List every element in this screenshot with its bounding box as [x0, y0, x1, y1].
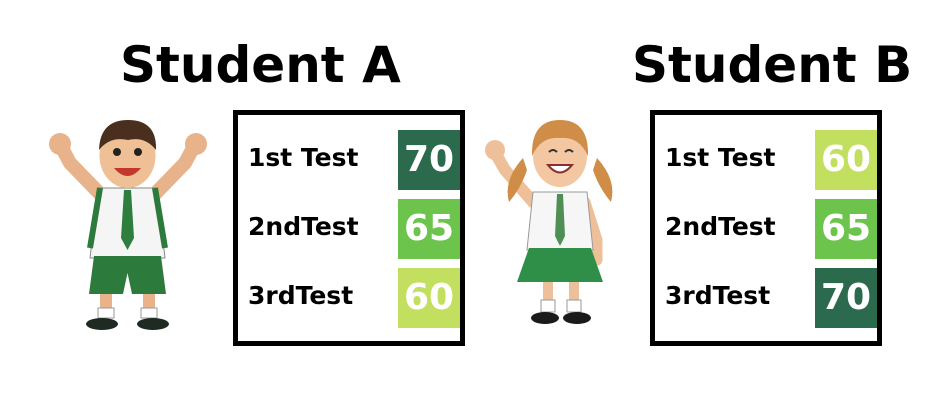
test-score: 65 [398, 199, 460, 259]
test-score: 60 [815, 130, 877, 190]
test-label: 1st Test [665, 143, 776, 172]
test-score: 65 [815, 199, 877, 259]
test-row: 2ndTest 65 [238, 199, 460, 261]
girl-student-icon [485, 120, 613, 324]
student-a-title: Student A [120, 36, 401, 94]
test-row: 2ndTest 65 [655, 199, 877, 261]
student-b-score-table: 1st Test 60 2ndTest 65 3rdTest 70 [650, 110, 882, 346]
test-score: 70 [815, 268, 877, 328]
test-label: 3rdTest [665, 281, 771, 310]
test-row: 1st Test 60 [655, 130, 877, 192]
test-row: 3rdTest 60 [238, 268, 460, 330]
test-score: 60 [398, 268, 460, 328]
test-label: 2ndTest [665, 212, 776, 241]
test-score: 70 [398, 130, 460, 190]
student-a-score-table: 1st Test 70 2ndTest 65 3rdTest 60 [233, 110, 465, 346]
student-b-title: Student B [632, 36, 913, 94]
boy-student-icon [49, 120, 207, 330]
test-row: 3rdTest 70 [655, 268, 877, 330]
test-label: 1st Test [248, 143, 359, 172]
test-label: 2ndTest [248, 212, 359, 241]
test-row: 1st Test 70 [238, 130, 460, 192]
test-label: 3rdTest [248, 281, 354, 310]
